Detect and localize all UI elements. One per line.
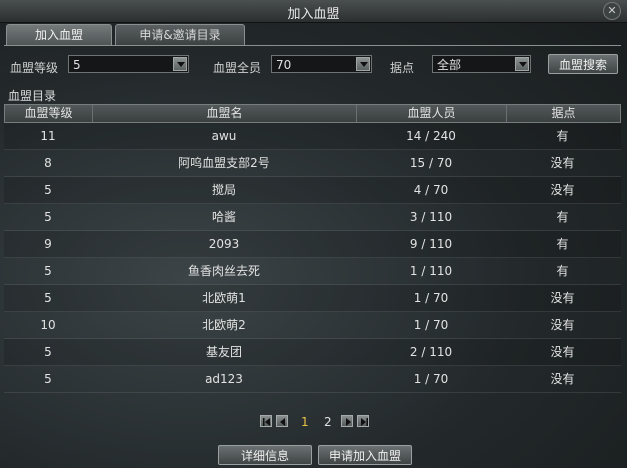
chevron-down-icon[interactable] bbox=[356, 57, 370, 71]
cell-members: 2 / 110 bbox=[409, 345, 453, 359]
level-select-value: 5 bbox=[73, 58, 81, 72]
cell-base: 有 bbox=[556, 237, 569, 251]
table-row[interactable]: 5 搅局 4 / 70 没有 bbox=[4, 177, 621, 204]
cell-level: 5 bbox=[44, 372, 52, 386]
cell-name: awu bbox=[211, 129, 237, 143]
cell-base: 没有 bbox=[550, 183, 575, 197]
cell-base: 有 bbox=[556, 129, 569, 143]
header-level[interactable]: 血盟等级 bbox=[5, 105, 93, 122]
table-row[interactable]: 5 鱼香肉丝去死 1 / 110 有 bbox=[4, 258, 621, 285]
cell-name: 2093 bbox=[208, 237, 240, 251]
members-filter-label: 血盟全员 bbox=[213, 61, 262, 75]
base-filter-label: 据点 bbox=[390, 61, 415, 75]
tab-join-clan[interactable]: 加入血盟 bbox=[6, 24, 112, 46]
cell-name: 阿呜血盟支部2号 bbox=[178, 156, 270, 170]
table-body: 11 awu 14 / 240 有 8 阿呜血盟支部2号 15 / 70 没有 … bbox=[4, 123, 621, 393]
table-row[interactable]: 10 北欧萌2 1 / 70 没有 bbox=[4, 312, 621, 339]
title-bar[interactable]: 加入血盟 ✕ bbox=[0, 0, 627, 23]
details-button[interactable]: 详细信息 bbox=[218, 445, 312, 465]
clan-list-title: 血盟目录 bbox=[8, 89, 57, 103]
page-number[interactable]: 2 bbox=[324, 415, 332, 429]
header-members[interactable]: 血盟人员 bbox=[357, 105, 507, 122]
cell-name: 哈酱 bbox=[211, 210, 236, 224]
table-row[interactable]: 8 阿呜血盟支部2号 15 / 70 没有 bbox=[4, 150, 621, 177]
apply-join-button[interactable]: 申请加入血盟 bbox=[318, 445, 412, 465]
cell-members: 15 / 70 bbox=[409, 156, 453, 170]
clan-search-button[interactable]: 血盟搜索 bbox=[548, 54, 618, 74]
cell-base: 有 bbox=[556, 210, 569, 224]
cell-level: 5 bbox=[44, 345, 52, 359]
header-name[interactable]: 血盟名 bbox=[93, 105, 357, 122]
members-select[interactable]: 70 bbox=[271, 55, 372, 73]
cell-base: 有 bbox=[556, 264, 569, 278]
first-page-icon[interactable] bbox=[260, 415, 272, 427]
cell-level: 5 bbox=[44, 210, 52, 224]
cell-members: 3 / 110 bbox=[409, 210, 453, 224]
cell-members: 9 / 110 bbox=[409, 237, 453, 251]
clan-table: 血盟等级 血盟名 血盟人员 据点 11 awu 14 / 240 有 8 阿呜血… bbox=[4, 104, 621, 393]
pagination: 1 2 bbox=[0, 415, 627, 431]
prev-page-icon[interactable] bbox=[276, 415, 288, 427]
table-row[interactable]: 5 基友团 2 / 110 没有 bbox=[4, 339, 621, 366]
cell-name: ad123 bbox=[205, 372, 243, 386]
join-clan-window: 加入血盟 ✕ 加入血盟 申请&邀请目录 血盟等级 5 血盟全员 70 据点 全部… bbox=[0, 0, 627, 468]
table-row[interactable]: 5 哈酱 3 / 110 有 bbox=[4, 204, 621, 231]
header-base[interactable]: 据点 bbox=[507, 105, 620, 122]
close-icon[interactable]: ✕ bbox=[603, 2, 621, 20]
level-select[interactable]: 5 bbox=[68, 55, 189, 73]
window-title: 加入血盟 bbox=[287, 7, 340, 22]
table-row[interactable]: 11 awu 14 / 240 有 bbox=[4, 123, 621, 150]
cell-level: 11 bbox=[40, 129, 56, 143]
level-filter-label: 血盟等级 bbox=[10, 61, 59, 75]
cell-base: 没有 bbox=[550, 156, 575, 170]
cell-level: 5 bbox=[44, 183, 52, 197]
cell-base: 没有 bbox=[550, 291, 575, 305]
cell-name: 基友团 bbox=[205, 345, 242, 359]
cell-members: 1 / 70 bbox=[413, 318, 449, 332]
cell-base: 没有 bbox=[550, 345, 575, 359]
table-row[interactable]: 9 2093 9 / 110 有 bbox=[4, 231, 621, 258]
base-select-value: 全部 bbox=[437, 58, 462, 72]
cell-level: 9 bbox=[44, 237, 52, 251]
cell-members: 1 / 70 bbox=[413, 291, 449, 305]
cell-level: 10 bbox=[40, 318, 56, 332]
last-page-icon[interactable] bbox=[357, 415, 369, 427]
cell-members: 1 / 110 bbox=[409, 264, 453, 278]
members-select-value: 70 bbox=[276, 58, 292, 72]
tab-applications[interactable]: 申请&邀请目录 bbox=[115, 24, 245, 46]
cell-members: 14 / 240 bbox=[406, 129, 456, 143]
cell-name: 北欧萌1 bbox=[202, 291, 246, 305]
cell-base: 没有 bbox=[550, 318, 575, 332]
table-header: 血盟等级 血盟名 血盟人员 据点 bbox=[4, 104, 621, 123]
table-row[interactable]: 5 ad123 1 / 70 没有 bbox=[4, 366, 621, 393]
cell-name: 鱼香肉丝去死 bbox=[187, 264, 260, 278]
next-page-icon[interactable] bbox=[341, 415, 353, 427]
cell-level: 5 bbox=[44, 264, 52, 278]
cell-level: 5 bbox=[44, 291, 52, 305]
cell-name: 北欧萌2 bbox=[202, 318, 246, 332]
base-select[interactable]: 全部 bbox=[432, 55, 531, 73]
page-number-current[interactable]: 1 bbox=[301, 415, 309, 429]
table-row[interactable]: 5 北欧萌1 1 / 70 没有 bbox=[4, 285, 621, 312]
tab-divider bbox=[4, 45, 621, 46]
chevron-down-icon[interactable] bbox=[173, 57, 187, 71]
cell-level: 8 bbox=[44, 156, 52, 170]
cell-name: 搅局 bbox=[211, 183, 236, 197]
chevron-down-icon[interactable] bbox=[515, 57, 529, 71]
cell-members: 4 / 70 bbox=[413, 183, 449, 197]
cell-members: 1 / 70 bbox=[413, 372, 449, 386]
cell-base: 没有 bbox=[550, 372, 575, 386]
